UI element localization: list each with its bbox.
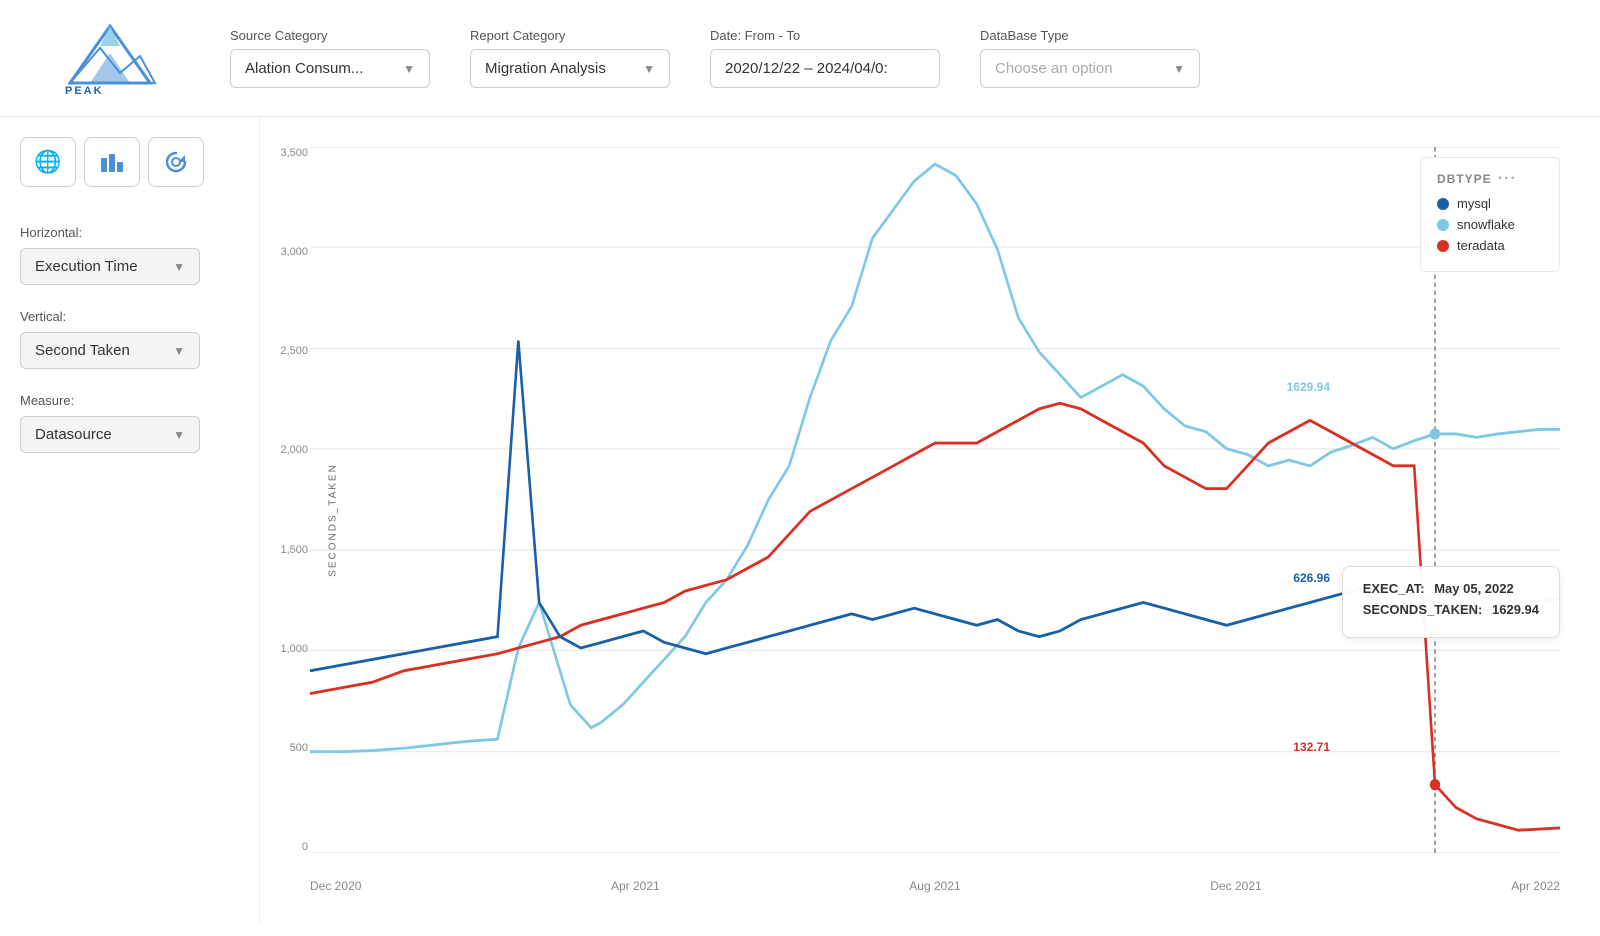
mysql-annotation: 626.96 — [1293, 571, 1330, 585]
report-category-label: Report Category — [470, 28, 670, 43]
horizontal-chevron-icon: ▼ — [173, 260, 185, 274]
source-category-select[interactable]: Alation Consum... ▼ — [230, 49, 430, 88]
chart-legend: DBTYPE ··· mysql snowflake teradata — [1420, 157, 1560, 272]
globe-button[interactable]: 🌐 — [20, 137, 76, 187]
date-range-filter: Date: From - To 2020/12/22 – 2024/04/0: — [710, 28, 940, 88]
report-category-filter: Report Category Migration Analysis ▼ — [470, 28, 670, 88]
tooltip-seconds-label: SECONDS_TAKEN: — [1363, 602, 1483, 617]
chart-tooltip: EXEC_AT: May 05, 2022 SECONDS_TAKEN: 162… — [1342, 566, 1560, 638]
horizontal-value: Execution Time — [35, 258, 138, 275]
database-type-label: DataBase Type — [980, 28, 1200, 43]
date-range-value: 2020/12/22 – 2024/04/0: — [725, 60, 888, 77]
chart-svg — [310, 147, 1560, 853]
header: PEAK PERFORMANCE Source Category Alation… — [0, 0, 1600, 117]
chart-container: 3,500 3,000 2,500 2,000 1,500 1,000 500 … — [270, 137, 1570, 903]
report-category-chevron-icon: ▼ — [643, 62, 655, 76]
logo-image: PEAK PERFORMANCE — [45, 18, 175, 98]
legend-item-mysql: mysql — [1437, 196, 1543, 211]
tooltip-exec-at: EXEC_AT: May 05, 2022 — [1363, 581, 1539, 596]
legend-options-icon: ··· — [1498, 170, 1517, 188]
tooltip-exec-at-value: May 05, 2022 — [1434, 581, 1514, 596]
horizontal-select[interactable]: Execution Time ▼ — [20, 248, 200, 285]
database-type-chevron-icon: ▼ — [1173, 62, 1185, 76]
legend-mysql-label: mysql — [1457, 196, 1491, 211]
vertical-label: Vertical: — [20, 309, 239, 324]
refresh-icon — [163, 149, 189, 175]
legend-item-snowflake: snowflake — [1437, 217, 1543, 232]
legend-title: DBTYPE ··· — [1437, 170, 1543, 188]
tooltip-seconds-value: 1629.94 — [1492, 602, 1539, 617]
measure-chevron-icon: ▼ — [173, 428, 185, 442]
svg-text:PEAK: PEAK — [65, 85, 104, 97]
measure-select[interactable]: Datasource ▼ — [20, 416, 200, 453]
legend-snowflake-label: snowflake — [1457, 217, 1515, 232]
vertical-chevron-icon: ▼ — [173, 344, 185, 358]
y-axis-labels: 3,500 3,000 2,500 2,000 1,500 1,000 500 … — [270, 147, 308, 853]
snowflake-annotation: 1629.94 — [1287, 380, 1330, 394]
database-type-placeholder: Choose an option — [995, 60, 1113, 77]
refresh-button[interactable] — [148, 137, 204, 187]
horizontal-label: Horizontal: — [20, 225, 239, 240]
source-category-label: Source Category — [230, 28, 430, 43]
vertical-value: Second Taken — [35, 342, 130, 359]
sidebar: 🌐 Horizontal: Execution Time — [0, 117, 260, 923]
date-range-label: Date: From - To — [710, 28, 940, 43]
source-category-chevron-icon: ▼ — [403, 62, 415, 76]
teradata-dot-icon — [1437, 240, 1449, 252]
snowflake-dot-icon — [1437, 219, 1449, 231]
measure-value: Datasource — [35, 426, 112, 443]
database-type-select[interactable]: Choose an option ▼ — [980, 49, 1200, 88]
tooltip-exec-at-label: EXEC_AT: — [1363, 581, 1425, 596]
date-range-select[interactable]: 2020/12/22 – 2024/04/0: — [710, 49, 940, 88]
mysql-dot-icon — [1437, 198, 1449, 210]
tooltip-seconds: SECONDS_TAKEN: 1629.94 — [1363, 602, 1539, 617]
legend-item-teradata: teradata — [1437, 238, 1543, 253]
report-category-value: Migration Analysis — [485, 60, 606, 77]
legend-teradata-label: teradata — [1457, 238, 1505, 253]
source-category-value: Alation Consum... — [245, 60, 363, 77]
bar-chart-button[interactable] — [84, 137, 140, 187]
vertical-select[interactable]: Second Taken ▼ — [20, 332, 200, 369]
toolbar: 🌐 — [20, 137, 239, 187]
chart-svg-wrapper: 1629.94 626.96 132.71 — [310, 147, 1560, 853]
database-type-filter: DataBase Type Choose an option ▼ — [980, 28, 1200, 88]
x-axis-labels: Dec 2020 Apr 2021 Aug 2021 Dec 2021 Apr … — [310, 879, 1560, 893]
logo-area: PEAK PERFORMANCE — [30, 18, 190, 98]
source-category-filter: Source Category Alation Consum... ▼ — [230, 28, 430, 88]
main-area: 🌐 Horizontal: Execution Time — [0, 117, 1600, 923]
measure-label: Measure: — [20, 393, 239, 408]
bar-chart-icon — [99, 150, 125, 174]
report-category-select[interactable]: Migration Analysis ▼ — [470, 49, 670, 88]
teradata-annotation: 132.71 — [1293, 740, 1330, 754]
chart-area: 3,500 3,000 2,500 2,000 1,500 1,000 500 … — [260, 117, 1600, 923]
